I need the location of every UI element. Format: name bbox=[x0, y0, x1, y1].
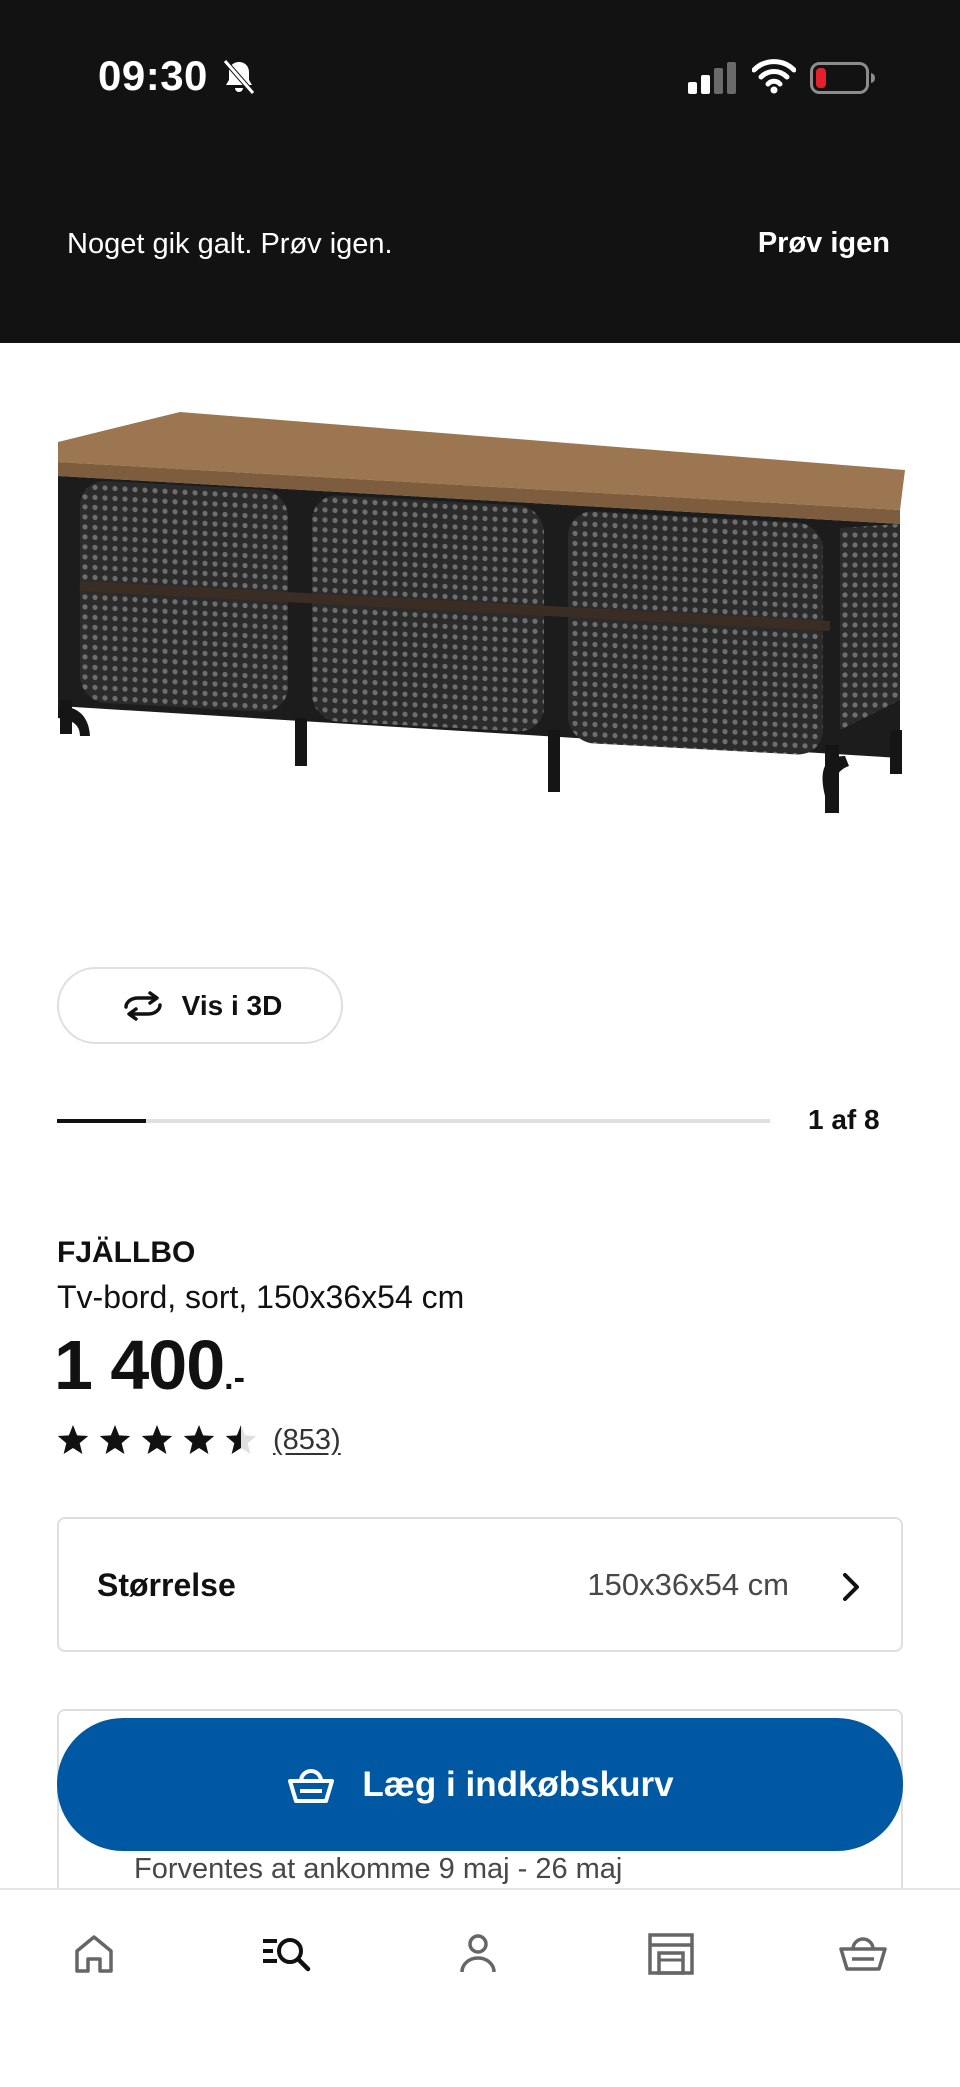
error-message: Noget gik galt. Prøv igen. bbox=[67, 228, 393, 260]
profile-icon bbox=[460, 1934, 496, 1973]
star-filled bbox=[57, 1425, 89, 1454]
chevron-right-icon bbox=[843, 1573, 859, 1601]
review-count-link[interactable]: (853) bbox=[273, 1424, 341, 1457]
delivery-estimate: Forventes at ankomme 9 maj - 26 maj bbox=[134, 1853, 623, 1885]
price-suffix: .- bbox=[224, 1359, 245, 1397]
product-description: Tv-bord, sort, 150x36x54 cm bbox=[57, 1279, 465, 1315]
star-filled bbox=[183, 1425, 215, 1454]
search-list-icon bbox=[263, 1938, 311, 1972]
add-to-cart-label: Læg i indkøbskurv bbox=[362, 1764, 674, 1804]
nav-search[interactable] bbox=[256, 1924, 316, 1984]
bell-off-icon bbox=[223, 59, 255, 95]
cart-icon bbox=[839, 1937, 887, 1971]
add-to-cart-button[interactable]: Læg i indkøbskurv bbox=[57, 1718, 903, 1851]
rating-stars-icon bbox=[57, 1425, 257, 1454]
nav-home[interactable] bbox=[64, 1924, 124, 1984]
wifi-icon bbox=[752, 59, 796, 94]
view-3d-button[interactable]: Vis i 3D bbox=[57, 967, 343, 1044]
status-time: 09:30 bbox=[98, 52, 208, 99]
shopping-basket-icon bbox=[288, 1768, 335, 1803]
store-icon bbox=[648, 1933, 694, 1975]
nav-store[interactable] bbox=[641, 1924, 701, 1984]
product-image[interactable] bbox=[50, 400, 910, 850]
retry-button[interactable]: Prøv igen bbox=[758, 227, 890, 260]
bottom-navigation bbox=[0, 1888, 960, 2087]
home-icon bbox=[75, 1935, 113, 1973]
battery-low-icon bbox=[810, 62, 875, 94]
product-price: 1 400.- bbox=[54, 1325, 245, 1405]
product-rating[interactable]: (853) bbox=[57, 1422, 341, 1458]
top-banner: 09:30 Noget gik galt. Prøv igen. Prøv ig… bbox=[0, 0, 960, 343]
star-filled bbox=[99, 1425, 131, 1454]
gallery-position: 1 af 8 bbox=[808, 1104, 880, 1135]
size-label: Størrelse bbox=[97, 1567, 236, 1603]
gallery-progress bbox=[57, 1119, 770, 1123]
rotate-3d-icon bbox=[123, 990, 162, 1021]
gallery-progress-fill bbox=[57, 1119, 147, 1123]
price-amount: 1 400 bbox=[54, 1326, 225, 1404]
view-3d-label: Vis i 3D bbox=[181, 989, 283, 1021]
cellular-signal-icon bbox=[688, 62, 736, 94]
nav-profile[interactable] bbox=[448, 1924, 508, 1984]
size-selector[interactable]: Størrelse 150x36x54 cm bbox=[57, 1517, 903, 1652]
star-filled bbox=[141, 1425, 173, 1454]
nav-cart[interactable] bbox=[833, 1924, 893, 1984]
size-value: 150x36x54 cm bbox=[587, 1567, 789, 1602]
product-name: FJÄLLBO bbox=[57, 1236, 196, 1269]
